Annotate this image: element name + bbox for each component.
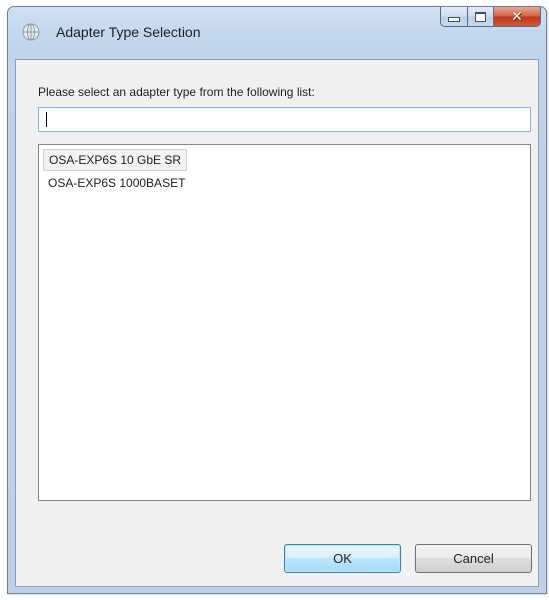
screenshot-stage: Adapter Type Selection ✕ Please select a… [0, 0, 549, 600]
cancel-button[interactable]: Cancel [415, 544, 532, 573]
dialog-window: Adapter Type Selection ✕ Please select a… [7, 6, 547, 594]
maximize-button[interactable] [467, 7, 494, 27]
ok-button[interactable]: OK [284, 544, 401, 573]
close-button[interactable]: ✕ [494, 7, 541, 27]
list-item-osa-exp6s-10gbe-sr[interactable]: OSA-EXP6S 10 GbE SR [43, 149, 188, 171]
minimize-icon [448, 17, 460, 22]
maximize-icon [475, 11, 486, 22]
window-title: Adapter Type Selection [56, 24, 201, 40]
minimize-button[interactable] [440, 7, 467, 27]
globe-icon [22, 23, 40, 41]
title-bar[interactable]: Adapter Type Selection ✕ [8, 7, 546, 59]
caption-buttons: ✕ [440, 7, 541, 27]
text-caret [46, 112, 47, 127]
close-icon: ✕ [511, 8, 523, 25]
adapter-filter-input[interactable] [38, 107, 531, 132]
list-item-osa-exp6s-1000baset[interactable]: OSA-EXP6S 1000BASET [43, 172, 190, 194]
instruction-label: Please select an adapter type from the f… [38, 85, 315, 99]
dialog-client-area: Please select an adapter type from the f… [15, 59, 539, 587]
adapter-type-list[interactable]: OSA-EXP6S 10 GbE SR OSA-EXP6S 1000BASET [38, 144, 531, 501]
